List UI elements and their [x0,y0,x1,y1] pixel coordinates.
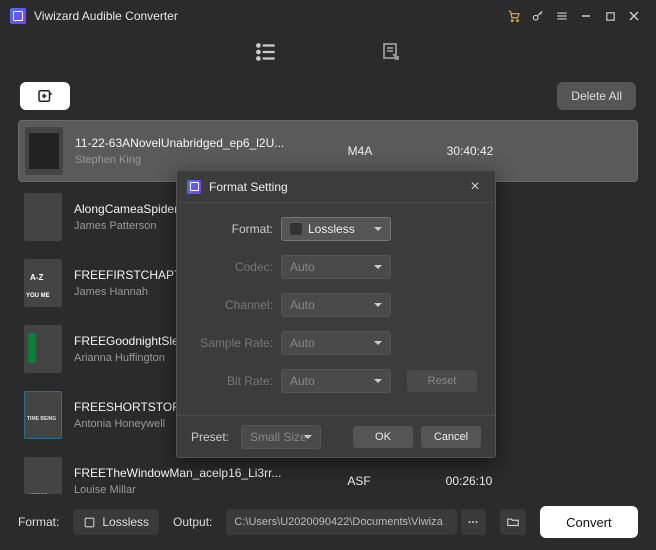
track-format: M4A [305,144,415,158]
minimize-button[interactable] [574,4,598,28]
maximize-button[interactable] [598,4,622,28]
dialog-close-button[interactable]: × [465,178,485,196]
channel-select: Auto [281,293,391,317]
app-title: Viwizard Audible Converter [34,9,178,23]
track-duration: 30:40:42 [415,144,525,158]
app-icon [10,8,26,24]
output-path: C:\Users\U2020090422\Documents\Viwiza [226,509,456,535]
samplerate-field-label: Sample Rate: [195,336,281,350]
bitrate-select: Auto [281,369,391,393]
track-title: FREETheWindowMan_acelp16_Li3rr... [74,466,304,480]
more-button[interactable] [461,509,487,535]
ok-button[interactable]: OK [353,426,413,448]
format-field-label: Format: [195,222,281,236]
dialog-icon [187,180,201,194]
action-bar: Delete All [0,72,656,120]
track-format: ASF [304,474,414,488]
delete-all-button[interactable]: Delete All [557,82,636,110]
bitrate-field-label: Bit Rate: [195,374,281,388]
reset-button[interactable]: Reset [407,370,477,392]
album-art [25,127,63,175]
track-title: 11-22-63ANovelUnabridged_ep6_l2U... [75,136,305,150]
cart-icon[interactable] [502,4,526,28]
format-icon [83,516,96,529]
key-icon[interactable] [526,4,550,28]
album-art [24,325,62,373]
channel-field-label: Channel: [195,298,281,312]
format-chip[interactable]: Lossless [73,509,159,535]
dialog-title: Format Setting [209,180,288,194]
menu-icon[interactable] [550,4,574,28]
format-value: Lossless [102,515,149,529]
album-art [24,193,62,241]
format-label: Format: [18,515,59,529]
preset-select: Small Size [241,425,321,449]
codec-select: Auto [281,255,391,279]
output-label: Output: [173,515,212,529]
codec-field-label: Codec: [195,260,281,274]
preset-label: Preset: [191,430,229,444]
track-author: Stephen King [75,154,305,166]
format-select-icon [290,223,302,235]
edit-view-icon[interactable] [379,40,403,64]
open-folder-button[interactable] [500,509,526,535]
toolbar [0,32,656,72]
footer: Format: Lossless Output: C:\Users\U20200… [0,494,656,550]
cancel-button[interactable]: Cancel [421,426,481,448]
album-art [24,391,62,439]
convert-button[interactable]: Convert [540,506,638,538]
list-view-icon[interactable] [253,39,279,65]
title-bar: Viwizard Audible Converter [0,0,656,32]
add-file-button[interactable] [20,82,70,110]
album-art [24,259,62,307]
close-button[interactable] [622,4,646,28]
format-select[interactable]: Lossless [281,217,391,241]
format-setting-dialog: Format Setting × Format: Lossless Codec:… [176,170,496,458]
samplerate-select: Auto [281,331,391,355]
track-duration: 00:26:10 [414,474,524,488]
